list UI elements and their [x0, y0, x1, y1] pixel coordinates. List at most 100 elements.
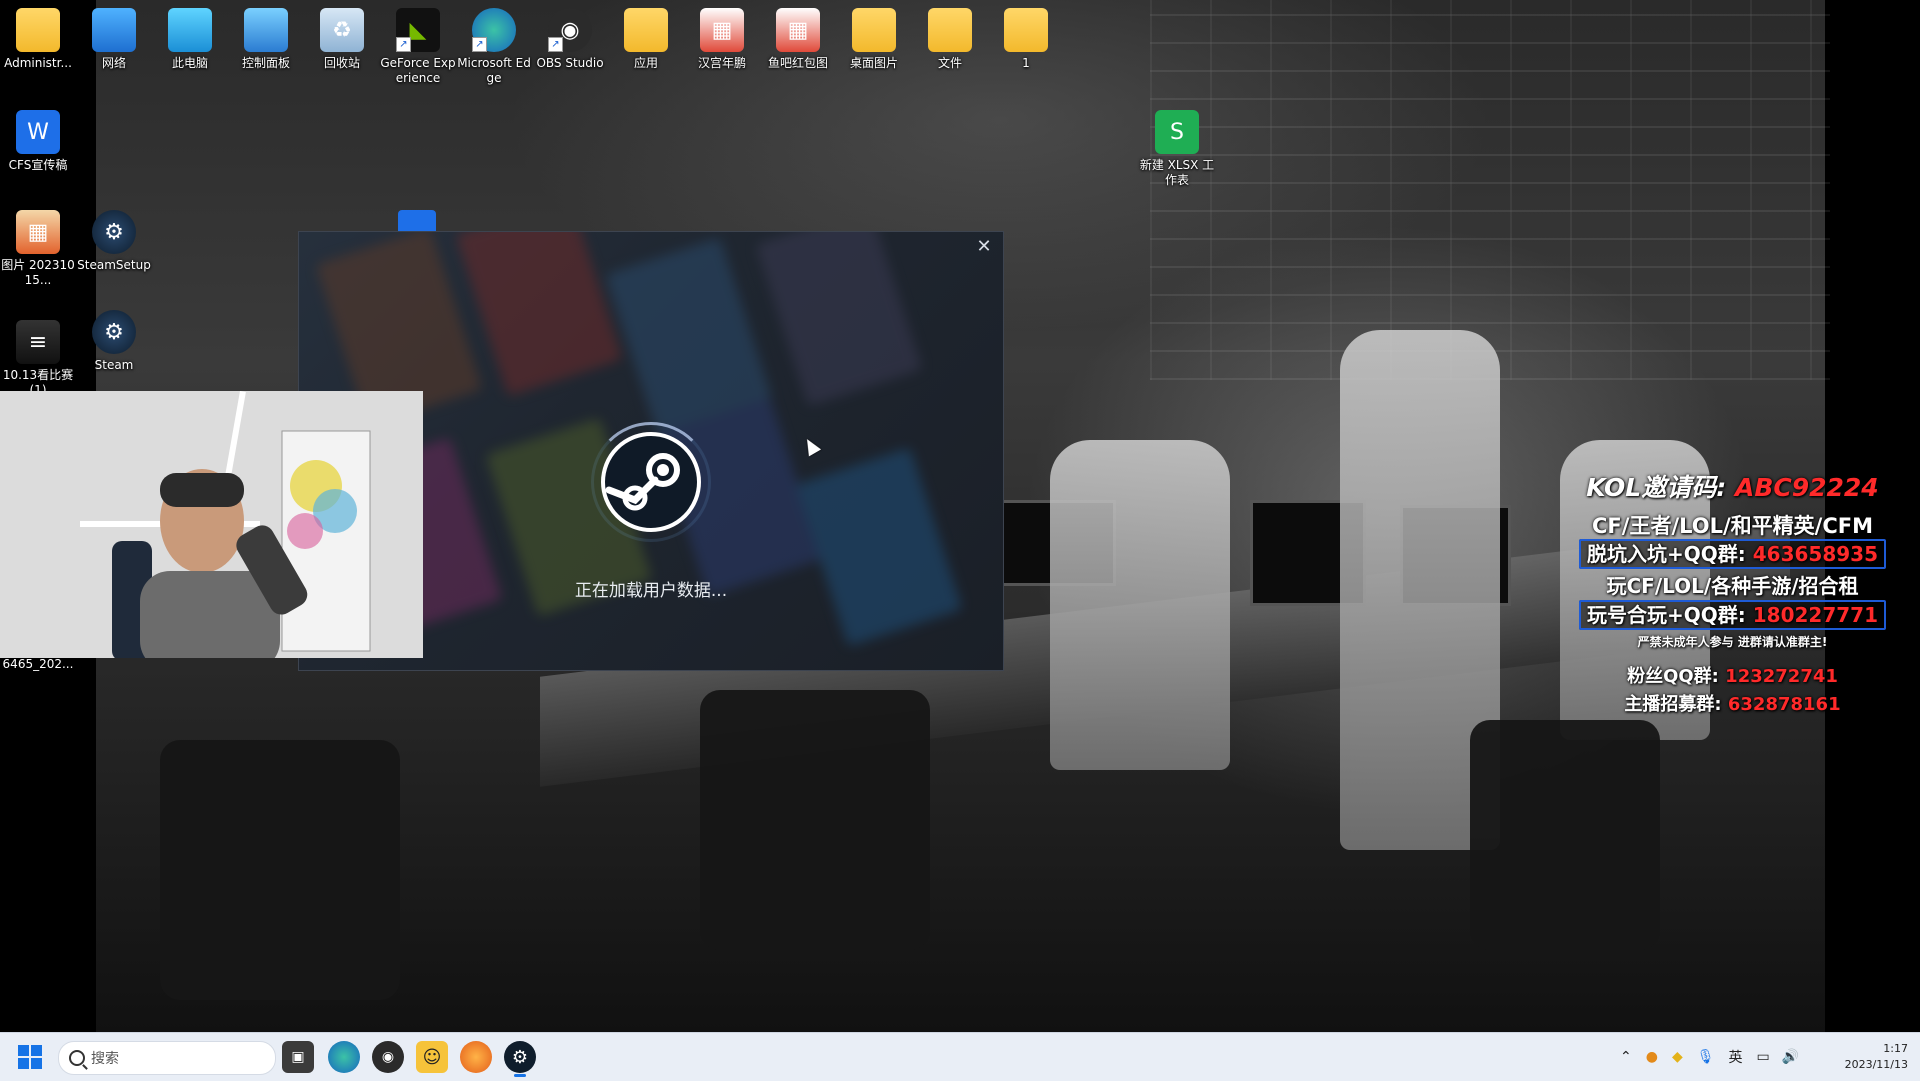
desktop-icon-top-3[interactable]: 控制面板	[228, 8, 304, 71]
system-clock[interactable]: 1:17 2023/11/13	[1845, 1041, 1908, 1073]
desktop-icon-label: 回收站	[323, 56, 360, 70]
promo-line7: 主播招募群: 632878161	[1545, 690, 1920, 716]
search-icon	[69, 1050, 85, 1066]
volume-icon[interactable]: 🔊	[1782, 1049, 1799, 1065]
tray-app-icon[interactable]: ◆	[1672, 1049, 1683, 1065]
wallpaper-chair	[700, 690, 930, 950]
desktop-icon-label: CFS宣传稿	[8, 158, 68, 172]
desktop-icon-top-5[interactable]: ◣ GeForce Experience	[380, 8, 456, 86]
promo-line4-prefix: 玩号合玩+QQ群:	[1587, 603, 1746, 627]
steam-logo-svg	[605, 453, 680, 511]
network-icon	[92, 8, 136, 52]
desktop-icon-cfs-doc[interactable]: W CFS宣传稿	[0, 110, 76, 173]
microphone-icon[interactable]: 🎙	[1697, 1049, 1715, 1065]
clock-time: 1:17	[1883, 1042, 1908, 1055]
webcam-scene	[0, 391, 423, 658]
desktop-icon-top-2[interactable]: 此电脑	[152, 8, 228, 71]
folder-icon	[624, 8, 668, 52]
desktop-icon-label: 新建 XLSX 工作表	[1139, 158, 1215, 187]
tray-app-icon[interactable]: ●	[1646, 1049, 1658, 1065]
control-panel-icon	[244, 8, 288, 52]
desktop-icon-top-11[interactable]: 桌面图片	[836, 8, 912, 71]
promo-kol-prefix: KOL邀请码:	[1586, 473, 1727, 502]
steam-icon: ⚙	[92, 310, 136, 354]
network-icon[interactable]: ▭	[1757, 1049, 1770, 1065]
game-tile	[795, 447, 963, 647]
folder-icon	[852, 8, 896, 52]
windows-logo-tile	[18, 1058, 29, 1069]
promo-line1: CF/王者/LOL/和平精英/CFM	[1592, 514, 1873, 538]
windows-logo-tile	[31, 1058, 42, 1069]
promo-line5: 严禁未成年人参与 进群请认准群主!	[1637, 635, 1828, 649]
close-icon[interactable]: ✕	[973, 236, 995, 258]
desktop-icon-steamsetup[interactable]: ⚙ SteamSetup	[76, 210, 152, 273]
steam-icon: ⚙	[92, 210, 136, 254]
desktop-icon-top-4[interactable]: ♻ 回收站	[304, 8, 380, 71]
recycle-bin-icon: ♻	[320, 8, 364, 52]
desktop-icon-steam[interactable]: ⚙ Steam	[76, 310, 152, 373]
desktop-icon-top-6[interactable]: Microsoft Edge	[456, 8, 532, 86]
promo-line7-value: 632878161	[1727, 694, 1841, 715]
system-tray: ⌃ ● ◆ 🎙 英 ▭ 🔊	[1620, 1033, 1799, 1081]
wallpaper-chair	[1470, 720, 1660, 950]
desktop-icon-top-1[interactable]: 网络	[76, 8, 152, 71]
windows-logo-tile	[31, 1045, 42, 1056]
promo-line6: 粉丝QQ群: 123272741	[1545, 662, 1920, 688]
desktop-icon-new-xlsx[interactable]: S 新建 XLSX 工作表	[1139, 110, 1215, 188]
wallpaper-chair	[160, 740, 400, 1000]
input-language-indicator[interactable]: 英	[1729, 1047, 1743, 1067]
chevron-up-icon[interactable]: ⌃	[1620, 1049, 1632, 1065]
promo-line2-prefix: 脱坑入坑+QQ群:	[1587, 542, 1746, 566]
folder-icon	[1004, 8, 1048, 52]
desktop-icon-top-10[interactable]: ▦ 鱼吧红包图	[760, 8, 836, 71]
wallpaper-brick-wall	[1150, 0, 1830, 380]
image-file-icon: ▦	[16, 210, 60, 254]
promo-line7-prefix: 主播招募群:	[1624, 694, 1722, 715]
tencent-app-icon[interactable]: ☺	[416, 1041, 448, 1073]
desktop-icon-label: 鱼吧红包图	[767, 56, 828, 70]
task-view-icon[interactable]: ▣	[282, 1041, 314, 1073]
desktop-icon-top-12[interactable]: 文件	[912, 8, 988, 71]
obs-icon[interactable]: ◉	[372, 1041, 404, 1073]
promo-line4-value: 180227771	[1752, 603, 1878, 627]
image-file-icon: ▦	[776, 8, 820, 52]
wallpaper-player	[1050, 440, 1230, 770]
desktop-icon-label: 汉宫年鹏	[697, 56, 746, 70]
edge-icon	[472, 8, 516, 52]
desktop-icon-top-13[interactable]: 1	[988, 8, 1064, 71]
desktop-icon-top-9[interactable]: ▦ 汉宫年鹏	[684, 8, 760, 71]
browser-icon[interactable]	[460, 1041, 492, 1073]
taskbar-search-box[interactable]: 搜索	[58, 1041, 276, 1075]
wps-writer-icon: W	[16, 110, 60, 154]
promo-line2-value: 463658935	[1752, 542, 1878, 566]
edge-icon[interactable]	[328, 1041, 360, 1073]
start-button[interactable]	[18, 1045, 42, 1069]
promo-kol-line: KOL邀请码: ABC92224	[1545, 468, 1920, 504]
desktop-icon-top-8[interactable]: 应用	[608, 8, 684, 71]
promo-line6-prefix: 粉丝QQ群:	[1627, 666, 1719, 687]
promo-kol-code: ABC92224	[1734, 473, 1879, 502]
this-pc-icon	[168, 8, 212, 52]
steam-logo-icon	[601, 432, 701, 532]
game-tile	[755, 232, 923, 407]
desktop-icon-label: 控制面板	[241, 56, 290, 70]
wps-sheet-icon: S	[1155, 110, 1199, 154]
desktop-icon-label: OBS Studio	[536, 56, 604, 70]
steam-icon[interactable]: ⚙	[504, 1041, 536, 1077]
desktop-icon-label: 应用	[633, 56, 658, 70]
desktop-icon-label: GeForce Experience	[380, 56, 456, 85]
desktop-icon-label: Microsoft Edge	[457, 56, 531, 85]
desktop-icon-top-0[interactable]: Administr...	[0, 8, 76, 71]
desktop-icon-label: 桌面图片	[849, 56, 898, 70]
desktop-icon-top-7[interactable]: ◉ OBS Studio	[532, 8, 608, 71]
desktop-icon-image-20231015[interactable]: ▦ 图片 20231015...	[0, 210, 76, 288]
stream-promo-overlay: KOL邀请码: ABC92224 CF/王者/LOL/和平精英/CFM 脱坑入坑…	[1545, 460, 1920, 720]
promo-line4: 玩号合玩+QQ群: 180227771	[1545, 599, 1920, 630]
promo-line3: 玩CF/LOL/各种手游/招合租	[1606, 574, 1859, 598]
folder-icon	[16, 8, 60, 52]
clock-date: 2023/11/13	[1844, 1058, 1908, 1071]
webcam-overlay	[0, 391, 423, 658]
desktop-icon-label: 图片 20231015...	[1, 258, 75, 287]
desktop-icon-match-image[interactable]: ≡ 10.13看比赛 (1)	[0, 320, 76, 398]
image-file-icon: ▦	[700, 8, 744, 52]
